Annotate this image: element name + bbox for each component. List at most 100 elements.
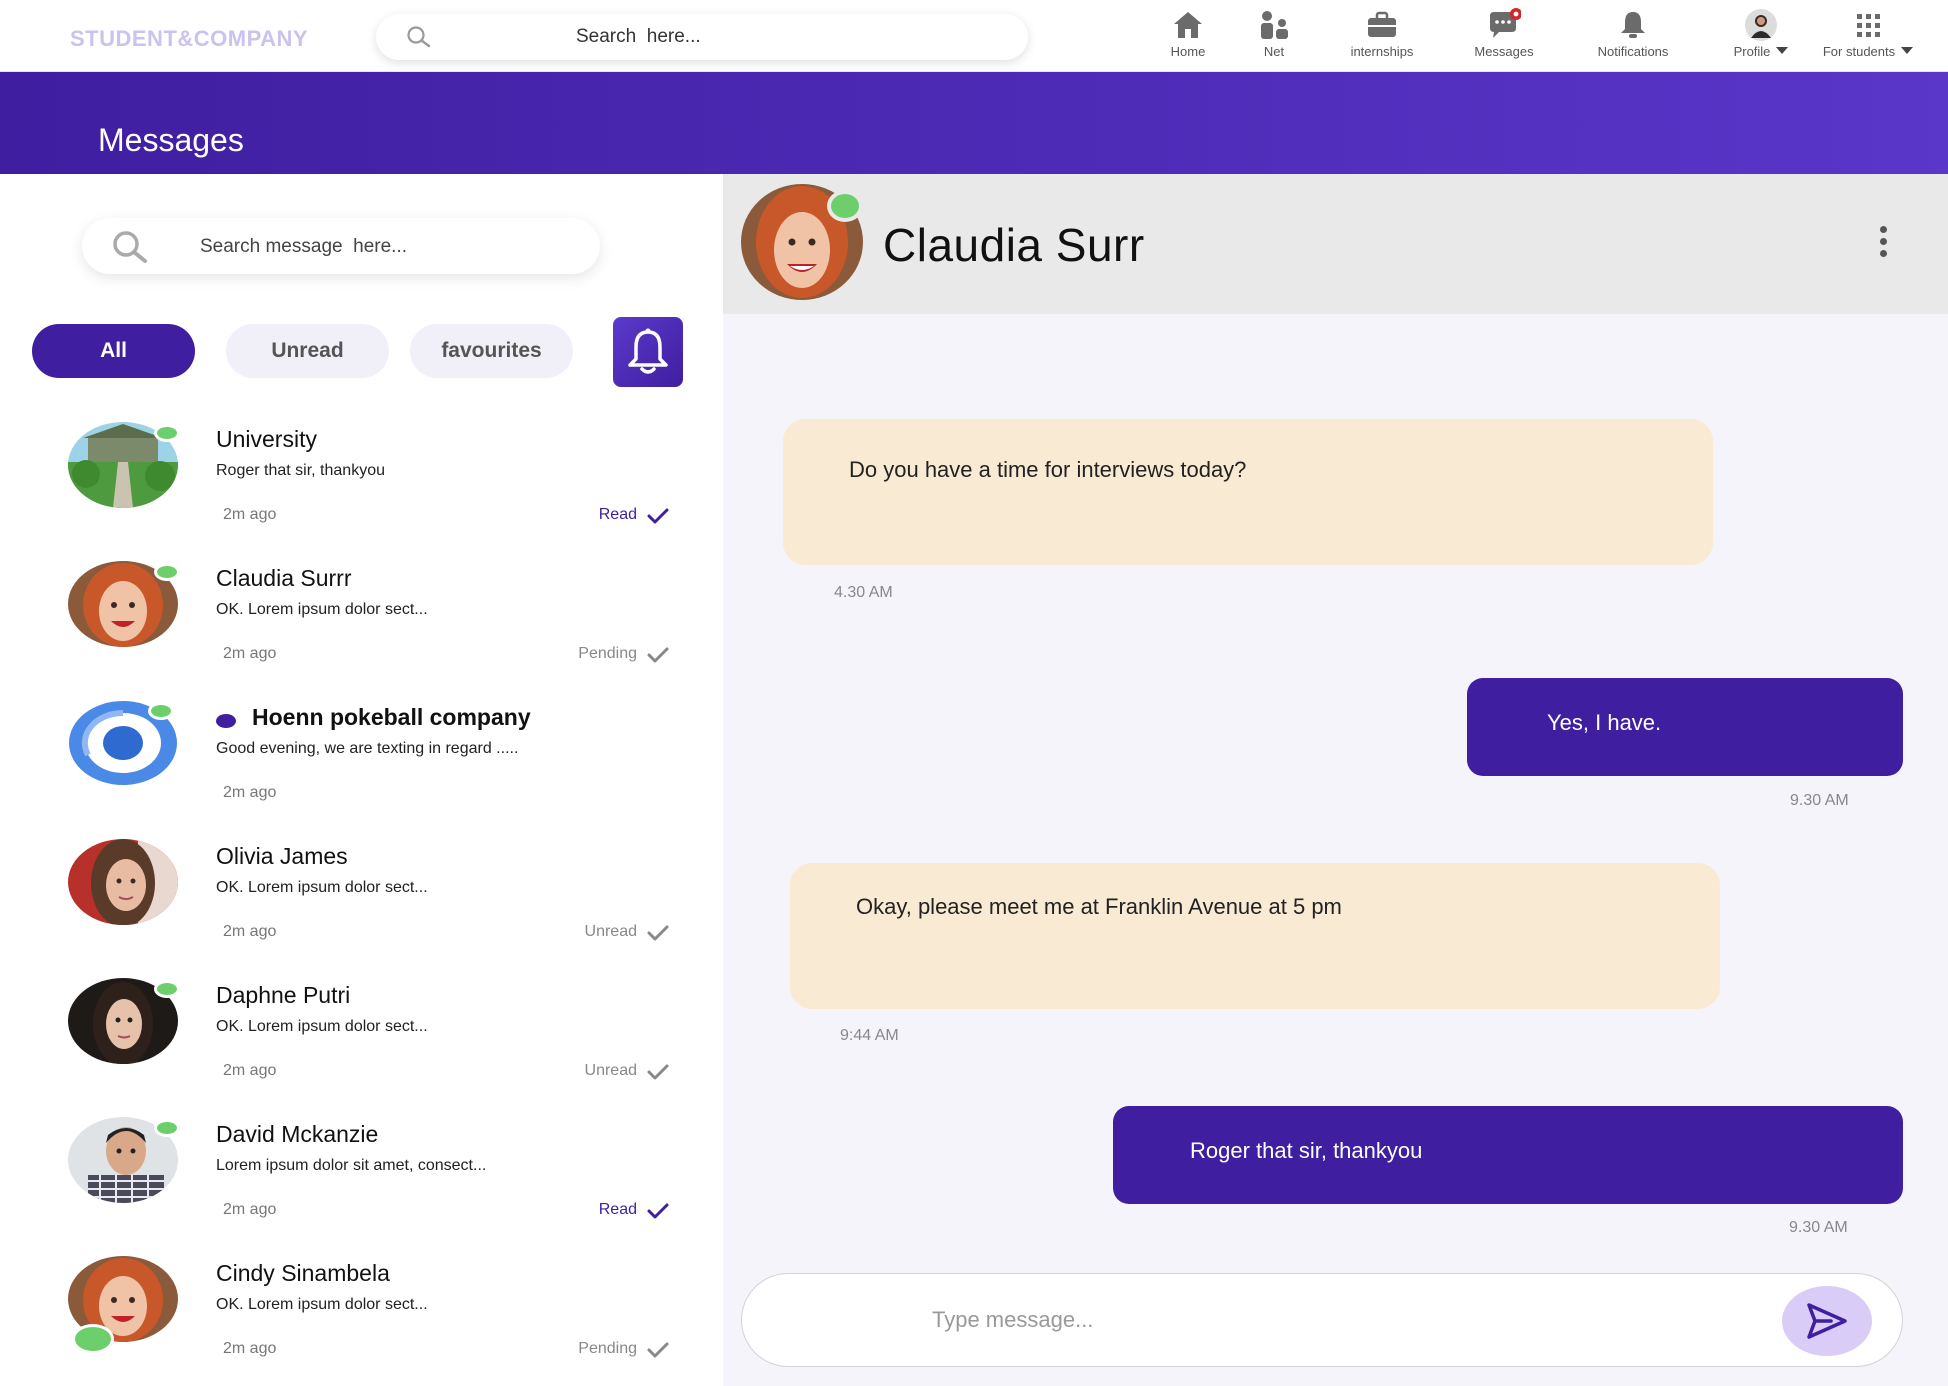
nav-messages-label: Messages (1474, 44, 1534, 59)
online-indicator (154, 563, 180, 581)
message-bubble-outgoing: Yes, I have. (1467, 678, 1903, 776)
message-bubble-outgoing: Roger that sir, thankyou (1113, 1106, 1903, 1204)
message-composer (741, 1273, 1903, 1367)
message-time: 9.30 AM (1790, 792, 1849, 809)
home-icon (1174, 12, 1202, 38)
notification-toggle-button[interactable] (613, 317, 683, 387)
nav-home-label: Home (1170, 44, 1206, 59)
check-icon (647, 508, 669, 524)
message-search-bar (82, 218, 600, 274)
page-title: Messages (98, 122, 244, 158)
conversation-status: Read (598, 1201, 637, 1218)
nav-notifications-label: Notifications (1597, 44, 1669, 59)
top-navbar: STUDENT&COMPANY Home Net internships Mes… (0, 0, 1948, 72)
conversation-name: University (216, 426, 317, 452)
conversation-time: 2m ago (223, 1062, 277, 1079)
message-text: Do you have a time for interviews today? (849, 457, 1247, 482)
conversation-time: 2m ago (223, 1340, 277, 1357)
search-icon (113, 231, 147, 263)
nav-net[interactable]: Net (1252, 8, 1296, 68)
check-icon (647, 1203, 669, 1219)
page-header-band: Messages (0, 72, 1948, 174)
send-icon (1807, 1303, 1847, 1339)
conversation-name: Daphne Putri (216, 982, 351, 1008)
filter-favourites-button[interactable]: favourites (410, 324, 573, 378)
message-text: Okay, please meet me at Franklin Avenue … (856, 894, 1342, 919)
more-options-icon[interactable] (1878, 226, 1888, 266)
conversation-status: Unread (584, 923, 637, 940)
global-search-bar (376, 14, 1028, 60)
nav-home[interactable]: Home (1162, 8, 1214, 68)
online-indicator (154, 424, 180, 442)
conversation-item-david-mckanzie[interactable]: David Mckanzie Lorem ipsum dolor sit ame… (0, 1117, 723, 1256)
search-icon (407, 26, 431, 48)
brand-logo[interactable]: STUDENT&COMPANY (70, 26, 308, 52)
check-icon (647, 1342, 669, 1358)
message-bubble-incoming: Okay, please meet me at Franklin Avenue … (790, 863, 1720, 1009)
conversation-item-daphne-putri[interactable]: Daphne Putri OK. Lorem ipsum dolor sect.… (0, 978, 723, 1117)
nav-profile[interactable]: Profile (1726, 8, 1796, 68)
bell-icon (628, 328, 668, 374)
filter-unread-button[interactable]: Unread (226, 324, 389, 378)
contact-name: Claudia Surr (883, 219, 1145, 271)
conversation-time: 2m ago (223, 784, 277, 801)
send-button[interactable] (1782, 1286, 1872, 1356)
conversation-item-cindy-sinambela[interactable]: Cindy Sinambela OK. Lorem ipsum dolor se… (0, 1256, 723, 1386)
conversation-item-university[interactable]: University Roger that sir, thankyou 2m a… (0, 422, 723, 561)
message-time: 4.30 AM (834, 584, 893, 601)
conversation-preview: OK. Lorem ipsum dolor sect... (216, 1296, 428, 1313)
briefcase-icon (1368, 11, 1396, 37)
check-icon (647, 647, 669, 663)
conversation-preview: Good evening, we are texting in regard .… (216, 740, 519, 757)
message-input[interactable] (932, 1304, 1532, 1336)
global-search-input[interactable] (576, 22, 996, 52)
conversation-time: 2m ago (223, 645, 277, 662)
chevron-down-icon (1901, 47, 1914, 54)
conversation-name: Hoenn pokeball company (252, 704, 531, 730)
nav-for-students-label-wrap: For students (1818, 44, 1918, 59)
message-time: 9.30 AM (1789, 1219, 1848, 1236)
online-indicator (148, 702, 174, 720)
network-icon (1261, 11, 1288, 39)
nav-net-label: Net (1263, 44, 1285, 59)
online-indicator (827, 190, 863, 222)
conversation-status: Unread (584, 1062, 637, 1079)
nav-messages[interactable]: Messages (1468, 8, 1540, 68)
filter-all-button[interactable]: All (32, 324, 195, 378)
avatar (1745, 9, 1777, 41)
message-text: Yes, I have. (1547, 710, 1662, 735)
chat-header: Claudia Surr (723, 174, 1948, 314)
check-icon (647, 925, 669, 941)
conversation-name: Claudia Surrr (216, 565, 352, 591)
conversation-item-claudia-surrr[interactable]: Claudia Surrr OK. Lorem ipsum dolor sect… (0, 561, 723, 700)
message-search-input[interactable] (200, 232, 580, 262)
message-text: Roger that sir, thankyou (1190, 1138, 1423, 1163)
avatar (68, 839, 178, 925)
conversation-item-olivia-james[interactable]: Olivia James OK. Lorem ipsum dolor sect.… (0, 839, 723, 978)
conversation-item-hoenn-pokeball-company[interactable]: Hoenn pokeball company Good evening, we … (0, 700, 723, 839)
nav-internships-label: internships (1350, 44, 1414, 59)
conversation-preview: OK. Lorem ipsum dolor sect... (216, 879, 428, 896)
conversation-name: Cindy Sinambela (216, 1260, 390, 1286)
conversation-time: 2m ago (223, 1201, 277, 1218)
nav-profile-label: Profile (1733, 44, 1771, 59)
chat-icon (1490, 8, 1521, 38)
message-time: 9:44 AM (840, 1027, 899, 1044)
conversation-status: Pending (578, 1340, 637, 1357)
nav-profile-label-wrap: Profile (1726, 44, 1796, 59)
unread-dot (216, 714, 236, 728)
conversation-time: 2m ago (223, 506, 277, 523)
nav-for-students[interactable]: For students (1818, 8, 1918, 68)
conversation-panel: All Unread favourites University Roger t… (0, 174, 723, 1386)
message-bubble-incoming: Do you have a time for interviews today? (783, 419, 1713, 565)
online-indicator (154, 980, 180, 998)
chevron-down-icon (1776, 47, 1789, 54)
grid-icon (1857, 14, 1880, 37)
nav-internships[interactable]: internships (1344, 8, 1420, 68)
conversation-preview: OK. Lorem ipsum dolor sect... (216, 601, 428, 618)
conversation-name: Olivia James (216, 843, 348, 869)
conversation-preview: OK. Lorem ipsum dolor sect... (216, 1018, 428, 1035)
nav-notifications[interactable]: Notifications (1592, 8, 1674, 68)
bell-icon (1621, 12, 1645, 38)
conversation-preview: Lorem ipsum dolor sit amet, consect... (216, 1157, 487, 1174)
